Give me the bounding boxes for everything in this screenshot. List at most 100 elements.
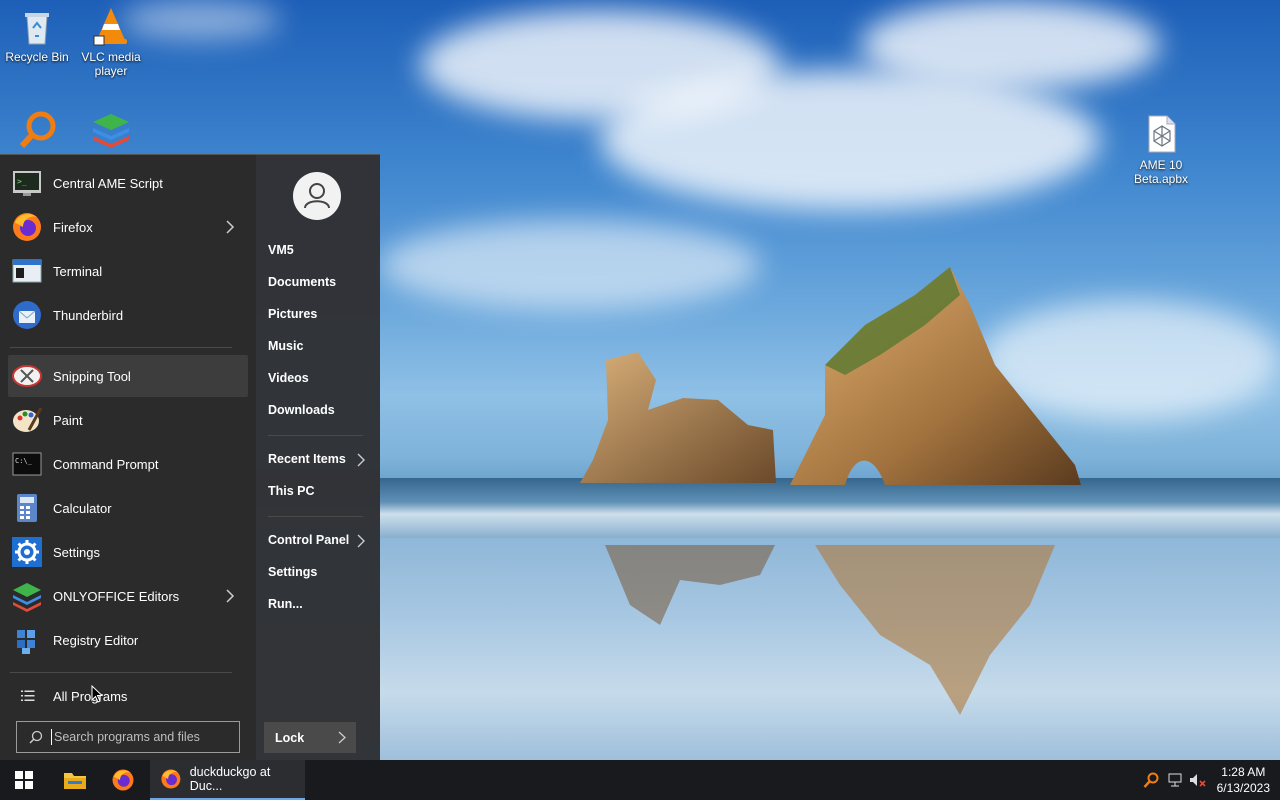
svg-text:>_: >_	[17, 177, 27, 186]
volume-muted-icon	[1190, 774, 1206, 787]
app-label: ONLYOFFICE Editors	[53, 588, 180, 604]
app-snipping-tool[interactable]: Snipping Tool	[8, 355, 248, 397]
place-link-control-panel[interactable]: Control Panel	[268, 533, 349, 547]
place-link-run[interactable]: Run...	[268, 597, 303, 611]
app-label: Thunderbird	[53, 307, 124, 323]
taskbar-window-title: duckduckgo at Duc...	[189, 765, 271, 793]
desktop-icon-search-app[interactable]	[0, 110, 74, 154]
apbx-file-icon	[1148, 115, 1176, 153]
app-label: Settings	[53, 544, 100, 560]
user-icon	[304, 183, 330, 209]
app-label: Snipping Tool	[53, 368, 131, 384]
folder-icon	[64, 773, 86, 789]
app-registry-editor[interactable]: Registry Editor	[8, 619, 248, 661]
mouse-cursor-icon	[91, 685, 103, 703]
recycle-bin-icon	[25, 13, 49, 45]
chevron-right-icon	[226, 589, 235, 603]
taskbar-clock[interactable]: 1:28 AM 6/13/2023	[1217, 764, 1270, 796]
desktop-icon-onlyoffice[interactable]	[74, 110, 148, 154]
chevron-right-icon[interactable]	[338, 731, 346, 744]
desktop-icon-label: AME 10 Beta.apbx	[1133, 158, 1189, 186]
svg-text:C:\_: C:\_	[15, 457, 33, 465]
arch-reflection	[815, 545, 1055, 715]
place-link-user[interactable]: VM5	[268, 243, 294, 257]
small-rock-formation	[580, 352, 776, 483]
app-firefox[interactable]: Firefox	[8, 206, 248, 248]
search-input[interactable]	[54, 730, 234, 744]
start-button[interactable]	[0, 760, 48, 800]
search-app-icon	[1143, 772, 1159, 788]
chevron-right-icon	[226, 220, 235, 234]
app-paint[interactable]: Paint	[8, 399, 248, 441]
start-search-box[interactable]	[16, 721, 240, 753]
place-link-this-pc[interactable]: This PC	[268, 484, 315, 498]
all-programs-button[interactable]: All Programs	[8, 675, 248, 717]
user-avatar[interactable]	[293, 172, 341, 220]
app-thunderbird[interactable]: Thunderbird	[8, 294, 248, 336]
tray-volume[interactable]	[1186, 760, 1210, 800]
tray-search-app[interactable]	[1140, 760, 1162, 800]
firefox-icon	[112, 769, 134, 791]
place-link-recent-items[interactable]: Recent Items	[268, 452, 346, 466]
cloud	[860, 0, 1160, 90]
snipping-tool-icon	[12, 365, 42, 387]
network-icon	[1168, 773, 1182, 787]
registry-editor-icon	[17, 630, 35, 654]
app-label: Calculator	[53, 500, 112, 516]
place-link-videos[interactable]: Videos	[268, 371, 309, 385]
cloud	[600, 70, 1100, 210]
terminal-icon	[12, 259, 42, 283]
start-menu-programs-column: >_ Central AME Script Firefox Terminal T…	[0, 155, 256, 761]
taskbar: duckduckgo at Duc... 1:28 AM 6/13/2023	[0, 760, 1280, 800]
place-link-music[interactable]: Music	[268, 339, 303, 353]
command-prompt-icon: C:\_	[12, 452, 42, 476]
calculator-icon	[17, 494, 37, 522]
start-menu: >_ Central AME Script Firefox Terminal T…	[0, 154, 380, 761]
search-icon	[29, 730, 43, 744]
desktop-icon-label: Recycle Bin	[5, 50, 69, 64]
app-onlyoffice-editors[interactable]: ONLYOFFICE Editors	[8, 575, 248, 617]
desktop-icon-vlc[interactable]: VLC media player	[74, 6, 148, 78]
gear-icon	[12, 537, 42, 567]
app-label: Terminal	[53, 263, 103, 279]
lock-button[interactable]: Lock	[264, 722, 356, 753]
app-calculator[interactable]: Calculator	[8, 487, 248, 529]
arch-rock-formation	[790, 267, 1081, 485]
list-icon	[21, 690, 35, 701]
desktop-icon-recycle-bin[interactable]: Recycle Bin	[0, 6, 74, 64]
place-link-settings[interactable]: Settings	[268, 565, 317, 579]
app-label: Firefox	[53, 219, 93, 235]
desktop-icon-label: VLC media player	[81, 50, 141, 78]
taskbar-firefox[interactable]	[100, 760, 146, 800]
place-link-pictures[interactable]: Pictures	[268, 307, 317, 321]
onlyoffice-icon	[13, 583, 41, 612]
app-label: Central AME Script	[53, 175, 163, 191]
place-link-documents[interactable]: Documents	[268, 275, 336, 289]
app-settings[interactable]: Settings	[8, 531, 248, 573]
lock-label: Lock	[275, 730, 305, 745]
chevron-right-icon	[357, 453, 365, 467]
onlyoffice-icon	[93, 114, 129, 148]
text-caret	[51, 729, 52, 745]
app-command-prompt[interactable]: C:\_ Command Prompt	[8, 443, 248, 485]
vlc-icon	[93, 8, 127, 46]
app-label: Paint	[53, 412, 83, 428]
rock-reflection	[605, 545, 775, 625]
separator	[268, 435, 363, 436]
windows-logo-icon	[15, 771, 33, 789]
clock-date: 6/13/2023	[1216, 781, 1270, 795]
app-central-ame-script[interactable]: >_ Central AME Script	[8, 162, 248, 204]
firefox-icon	[161, 769, 181, 789]
separator	[10, 672, 232, 673]
taskbar-file-explorer[interactable]	[52, 760, 98, 800]
taskbar-window-firefox[interactable]: duckduckgo at Duc...	[150, 760, 305, 800]
chevron-right-icon	[357, 534, 365, 548]
search-app-icon	[19, 111, 56, 149]
app-label: Registry Editor	[53, 632, 139, 648]
clock-time: 1:28 AM	[1221, 765, 1266, 779]
app-terminal[interactable]: Terminal	[8, 250, 248, 292]
terminal-monitor-icon: >_	[13, 171, 41, 196]
place-link-downloads[interactable]: Downloads	[268, 403, 335, 417]
tray-network[interactable]	[1164, 760, 1186, 800]
desktop-icon-apbx-file[interactable]: AME 10 Beta.apbx	[1124, 114, 1198, 186]
